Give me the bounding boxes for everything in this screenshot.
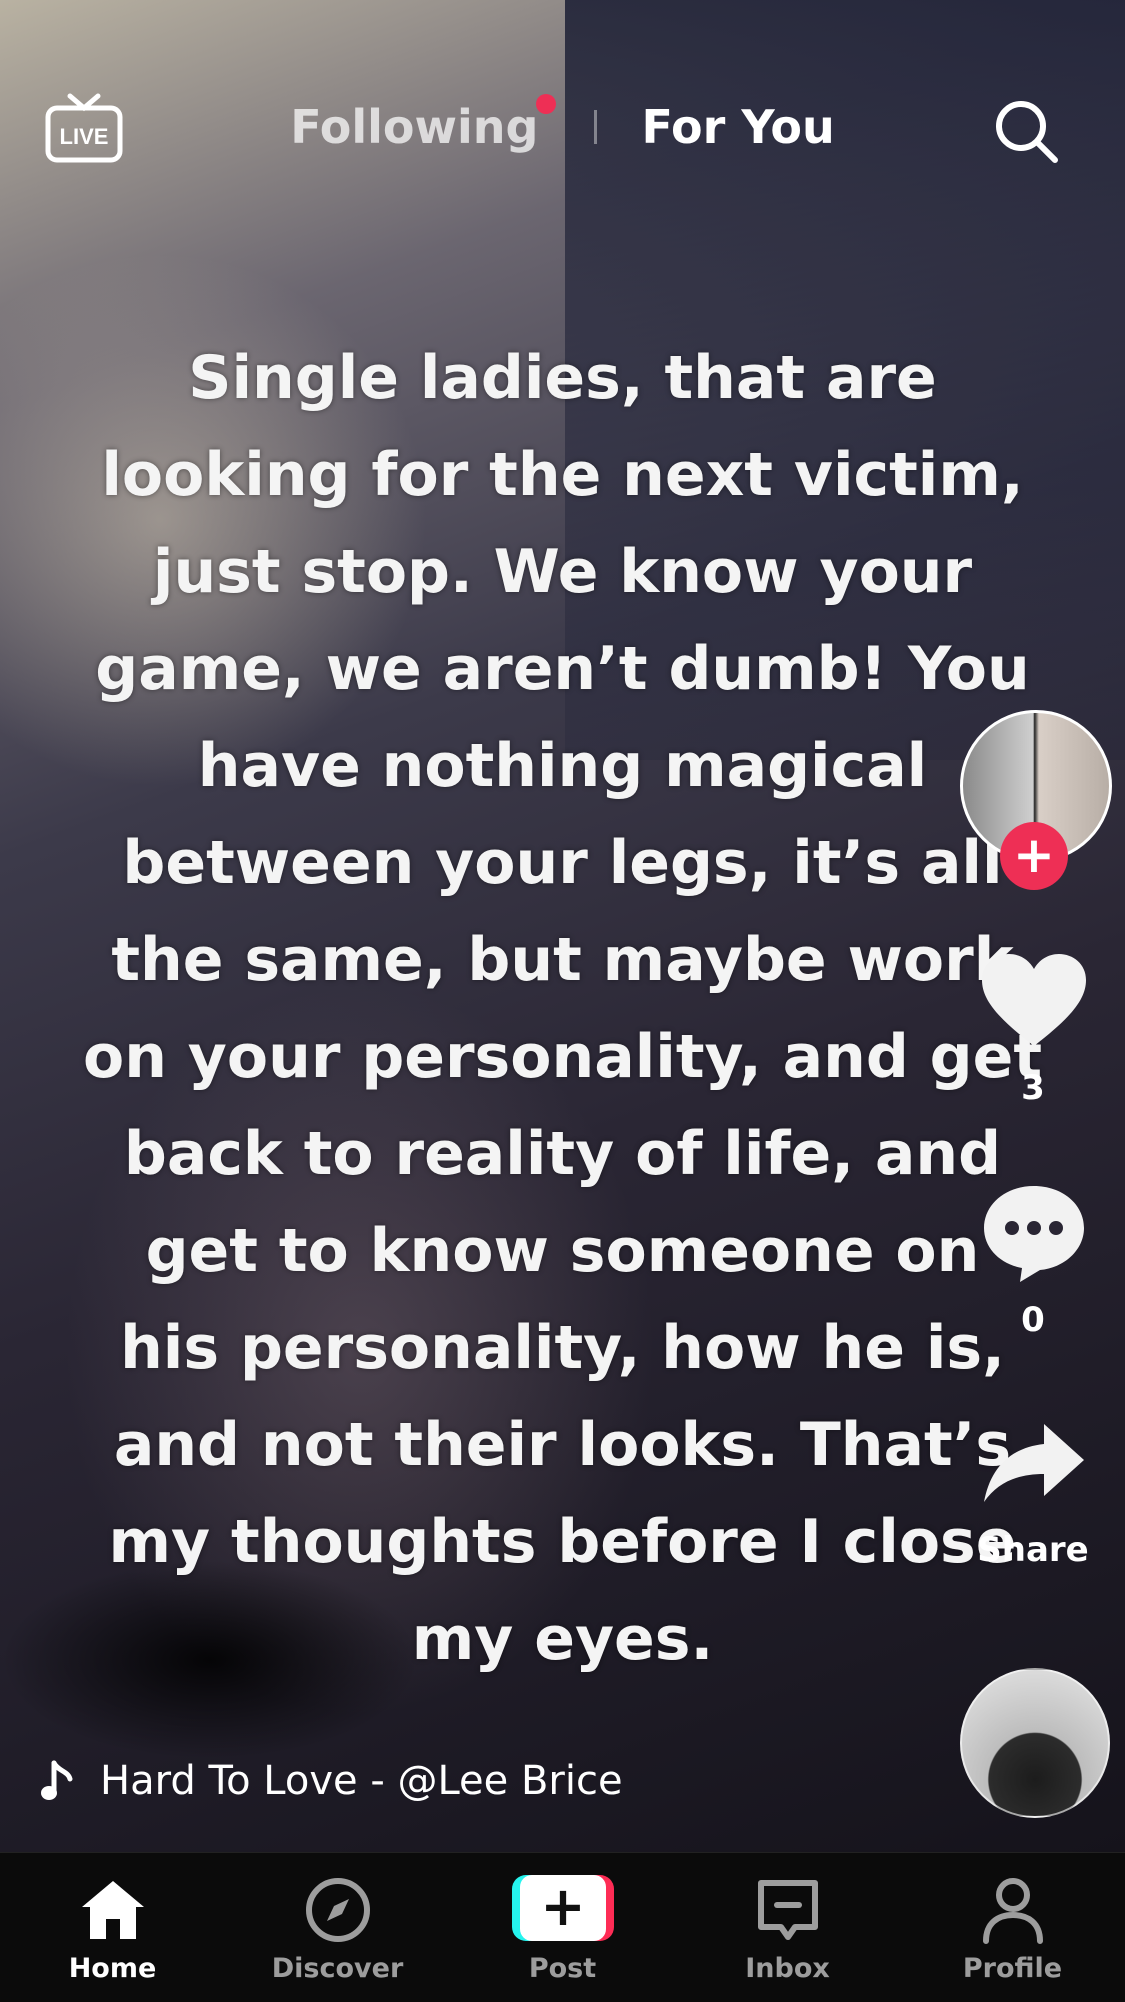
- comment-count: 0: [1021, 1300, 1045, 1340]
- feed-tabs: Following For You: [0, 93, 1125, 154]
- share-label: Share: [977, 1530, 1089, 1570]
- video-caption: Single ladies, that are looking for the …: [70, 330, 1055, 1688]
- comment-button[interactable]: [980, 1180, 1088, 1284]
- tab-following[interactable]: Following: [290, 93, 557, 154]
- nav-discover[interactable]: Discover: [225, 1853, 450, 2002]
- compass-icon: [306, 1878, 370, 1942]
- nav-post[interactable]: + Post: [450, 1853, 675, 2002]
- post-button[interactable]: +: [512, 1875, 614, 1941]
- tab-following-label: Following: [290, 99, 539, 154]
- music-note-icon: [41, 1760, 73, 1800]
- music-title: Hard To Love - @Lee Brice: [100, 1758, 623, 1804]
- nav-discover-label: Discover: [271, 1953, 404, 1984]
- notification-dot: [536, 93, 557, 114]
- plus-icon: +: [520, 1875, 606, 1941]
- caption-line: just stop. We know your: [152, 537, 973, 607]
- caption-line: back to reality of life, and: [123, 1119, 1002, 1189]
- search-icon: [996, 101, 1058, 163]
- caption-line: the same, but maybe work: [111, 925, 1014, 995]
- caption-line: on your personality, and get: [82, 1022, 1043, 1092]
- caption-line: his personality, how he is,: [120, 1313, 1005, 1383]
- caption-line: my thoughts before I close: [108, 1507, 1017, 1577]
- like-count: 3: [1021, 1068, 1045, 1108]
- share-icon: [984, 1424, 1084, 1502]
- caption-line: Single ladies, that are: [188, 343, 937, 413]
- music-disc[interactable]: [960, 1668, 1110, 1818]
- caption-line: between your legs, it’s all: [122, 828, 1003, 898]
- search-button[interactable]: [991, 96, 1061, 166]
- bottom-nav: Home Discover + Post Inbox Profile: [0, 1852, 1125, 2002]
- comment-icon: [984, 1186, 1084, 1282]
- caption-line: game, we aren’t dumb! You: [95, 634, 1030, 704]
- inbox-icon: [758, 1880, 818, 1940]
- heart-icon: [982, 954, 1086, 1046]
- nav-home[interactable]: Home: [0, 1853, 225, 2002]
- tab-divider: [594, 109, 598, 144]
- nav-inbox-label: Inbox: [745, 1953, 830, 1984]
- nav-home-label: Home: [68, 1953, 157, 1984]
- caption-line: and not their looks. That’s: [113, 1410, 1012, 1480]
- nav-inbox[interactable]: Inbox: [675, 1853, 900, 2002]
- caption-line: get to know someone on: [145, 1216, 980, 1286]
- follow-button[interactable]: +: [1000, 822, 1068, 890]
- nav-post-label: Post: [528, 1953, 597, 1984]
- caption-line: my eyes.: [411, 1604, 714, 1674]
- tab-for-you-label: For You: [641, 99, 835, 154]
- share-button[interactable]: [982, 1420, 1086, 1506]
- caption-line: have nothing magical: [197, 731, 928, 801]
- nav-profile-label: Profile: [962, 1953, 1063, 1984]
- home-icon: [82, 1881, 144, 1939]
- nav-profile[interactable]: Profile: [900, 1853, 1125, 2002]
- caption-line: looking for the next victim,: [101, 440, 1024, 510]
- tab-for-you[interactable]: For You: [641, 100, 834, 154]
- person-icon: [983, 1878, 1043, 1944]
- music-info[interactable]: Hard To Love - @Lee Brice: [40, 1756, 623, 1806]
- like-button[interactable]: [978, 950, 1090, 1050]
